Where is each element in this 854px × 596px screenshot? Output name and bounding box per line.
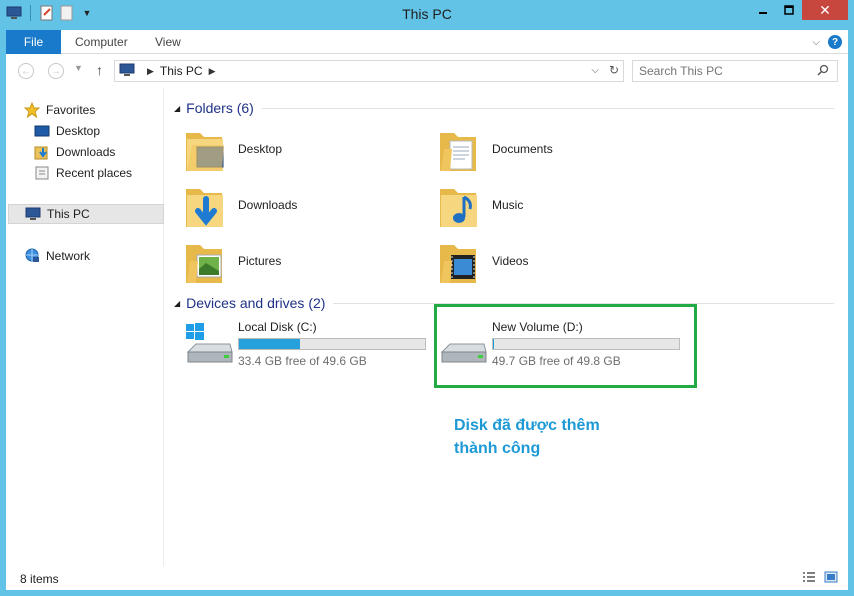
ribbon-tabs: File Computer View ⌵ ? <box>6 30 848 54</box>
recent-locations-icon[interactable]: ▼ <box>74 63 83 73</box>
computer-icon <box>25 206 41 222</box>
sidebar-item-label: This PC <box>47 207 90 221</box>
drive-free-space: 33.4 GB free of 49.6 GB <box>238 354 367 368</box>
breadcrumb-this-pc[interactable]: This PC <box>160 64 203 78</box>
navigation-pane: Favorites Desktop Downloads Recent place… <box>6 88 164 566</box>
window-controls: ✕ <box>750 0 848 20</box>
address-bar[interactable]: ▶ This PC ▶ ⌵ ↻ <box>114 60 624 82</box>
folder-pictures[interactable]: Pictures <box>184 236 404 286</box>
folder-label: Downloads <box>238 198 298 212</box>
explorer-window: ▼ This PC ✕ File Computer View ⌵ ? ← → ▼… <box>0 0 854 596</box>
annotation-text: Disk đã được thêm thành công <box>454 414 654 460</box>
desktop-icon <box>34 123 50 139</box>
large-icons-view-icon[interactable] <box>824 571 838 586</box>
tab-file[interactable]: File <box>6 30 61 54</box>
group-label: Devices and drives (2) <box>186 295 326 311</box>
highlight-box <box>434 304 697 388</box>
folder-downloads[interactable]: Downloads <box>184 180 404 230</box>
documents-folder-icon <box>440 133 476 171</box>
sidebar-item-label: Recent places <box>56 166 133 180</box>
navigation-bar: ← → ▼ ↑ ▶ This PC ▶ ⌵ ↻ <box>6 54 848 88</box>
sidebar-item-network[interactable]: Network <box>24 246 180 266</box>
downloads-folder-icon <box>186 189 223 227</box>
address-dropdown-icon[interactable]: ⌵ <box>591 65 599 76</box>
title-bar: ▼ This PC ✕ <box>0 0 854 30</box>
minimize-button[interactable] <box>750 0 776 20</box>
expand-ribbon-icon[interactable]: ⌵ <box>812 37 820 48</box>
forward-button[interactable]: → <box>48 63 64 79</box>
search-icon[interactable] <box>817 64 829 79</box>
item-count: 8 items <box>20 572 59 586</box>
pictures-folder-icon <box>186 245 222 283</box>
drive-usage-bar <box>238 338 426 350</box>
drive-label: Local Disk (C:) <box>238 320 317 334</box>
tab-view[interactable]: View <box>155 35 181 49</box>
details-view-icon[interactable] <box>802 571 816 586</box>
computer-icon <box>119 63 135 80</box>
up-button[interactable]: ↑ <box>96 62 103 78</box>
maximize-button[interactable] <box>776 0 802 20</box>
status-bar: 8 items <box>6 566 848 590</box>
annotation-line: thành công <box>454 440 541 457</box>
sidebar-item-this-pc[interactable]: This PC <box>8 204 164 224</box>
breadcrumb-arrow-icon[interactable]: ▶ <box>209 66 216 77</box>
group-divider <box>261 107 834 109</box>
folder-label: Desktop <box>238 142 283 156</box>
windows-drive-icon <box>186 323 233 363</box>
content-pane: ◢ Folders (6) Desktop Documents Download… <box>164 88 848 566</box>
sidebar-item-label: Downloads <box>56 145 116 159</box>
back-button[interactable]: ← <box>18 63 34 79</box>
sidebar-item-favorites[interactable]: Favorites <box>24 100 180 120</box>
folder-music[interactable]: Music <box>438 180 658 230</box>
tab-computer[interactable]: Computer <box>75 35 128 49</box>
annotation-line: Disk đã được thêm <box>454 417 600 434</box>
sidebar-item-label: Network <box>46 249 91 263</box>
folder-label: Videos <box>492 254 529 268</box>
desktop-folder-icon <box>186 133 224 171</box>
recent-places-icon <box>34 165 50 181</box>
folder-label: Documents <box>492 142 553 156</box>
folder-desktop[interactable]: Desktop <box>184 124 404 174</box>
sidebar-item-label: Favorites <box>46 103 96 117</box>
folder-label: Music <box>492 198 524 212</box>
collapse-arrow-icon[interactable]: ◢ <box>174 104 180 113</box>
videos-folder-icon <box>440 245 476 283</box>
close-button[interactable]: ✕ <box>802 0 848 20</box>
view-toggle <box>802 571 838 586</box>
refresh-icon[interactable]: ↻ <box>609 63 619 77</box>
search-input[interactable] <box>639 64 809 78</box>
collapse-arrow-icon[interactable]: ◢ <box>174 299 180 308</box>
folder-documents[interactable]: Documents <box>438 124 658 174</box>
ribbon-right-controls: ⌵ ? <box>812 35 842 49</box>
music-folder-icon <box>440 189 477 227</box>
folders-group-header[interactable]: ◢ Folders (6) <box>174 100 834 116</box>
group-label: Folders (6) <box>186 100 254 116</box>
star-icon <box>24 102 40 118</box>
drive-usage-fill <box>239 339 300 349</box>
network-icon <box>24 248 40 264</box>
search-box[interactable] <box>632 60 838 82</box>
window-title: This PC <box>402 6 452 22</box>
address-controls: ⌵ ↻ <box>591 63 619 77</box>
help-icon[interactable]: ? <box>828 35 842 49</box>
sidebar-item-label: Desktop <box>56 124 101 138</box>
folder-label: Pictures <box>238 254 282 268</box>
downloads-icon <box>34 144 50 160</box>
breadcrumb-arrow-icon[interactable]: ▶ <box>147 66 154 77</box>
folder-videos[interactable]: Videos <box>438 236 658 286</box>
drive-c[interactable]: Local Disk (C:) 33.4 GB free of 49.6 GB <box>184 316 434 374</box>
